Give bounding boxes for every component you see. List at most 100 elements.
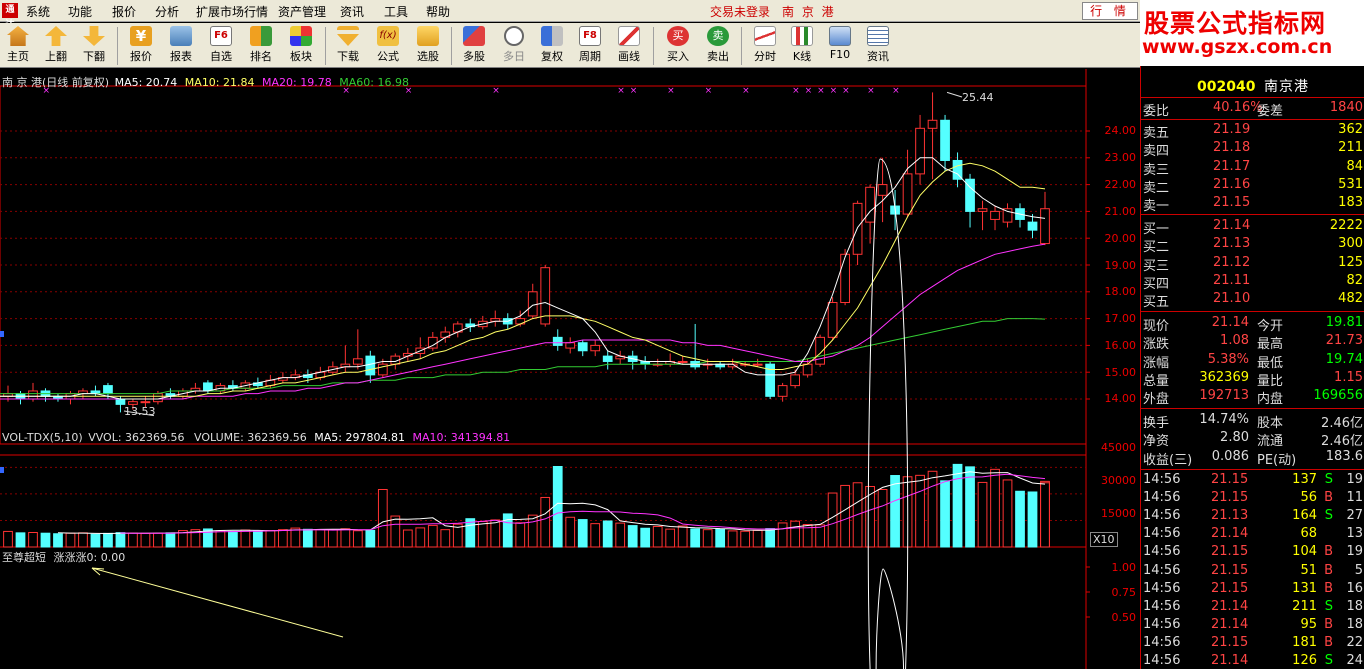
- kline-button[interactable]: K线: [784, 25, 820, 66]
- sell-button[interactable]: 卖卖出: [700, 25, 736, 66]
- level-label: 买二: [1143, 240, 1170, 256]
- level-volume: 125: [1338, 254, 1363, 270]
- tick-row: 14:56 21.14 126 S 24: [1143, 653, 1363, 669]
- signal-mark: ×: [805, 86, 813, 96]
- f10-button[interactable]: F10: [822, 25, 858, 66]
- volume-bar: [865, 485, 875, 548]
- menu-tools[interactable]: 工具: [384, 3, 408, 20]
- stat-label: 股本: [1257, 416, 1284, 431]
- menu-help[interactable]: 帮助: [426, 3, 450, 20]
- tick-row: 14:56 21.14 95 B 18: [1143, 617, 1363, 635]
- chart-canvas[interactable]: × × × × × × × × × × × × × × × ×: [0, 69, 1140, 669]
- news-button[interactable]: 资讯: [860, 25, 896, 66]
- tick-row: 14:56 21.15 131 B 16: [1143, 581, 1363, 599]
- level-volume: 482: [1338, 291, 1363, 307]
- menu-asset-mgmt[interactable]: 资产管理: [278, 3, 326, 20]
- home-button[interactable]: 主页: [0, 25, 36, 66]
- watchlist-button[interactable]: F6 自选: [203, 25, 239, 66]
- draw-line-button[interactable]: 画线: [611, 25, 647, 66]
- signal-mark: ×: [742, 86, 750, 96]
- quote-button[interactable]: ¥ 报价: [123, 25, 159, 66]
- level-label: 卖二: [1143, 180, 1170, 196]
- period-button[interactable]: F8 周期: [572, 25, 608, 66]
- kline-chart-area[interactable]: × × × × × × × × × × × × × × × × 南 京 港(日线 前复权) MA5: 20.7…: [0, 69, 1140, 669]
- candle-body: [777, 385, 788, 397]
- tick-time: 14:56: [1143, 508, 1181, 524]
- menu-ext-market[interactable]: 扩展市场行情: [196, 3, 268, 20]
- tick-volume: 68: [1300, 526, 1317, 542]
- stat-value: 19.81: [1325, 315, 1363, 330]
- candle-body: [1002, 208, 1013, 223]
- volume-bar: [240, 529, 251, 548]
- candle-body: [565, 342, 576, 349]
- news-icon: [867, 26, 889, 46]
- chart-title: 南 京 港(日线 前复权): [2, 76, 110, 89]
- menu-quote[interactable]: 报价: [112, 3, 136, 20]
- candle-body: [577, 342, 588, 352]
- multi-stock-icon: [463, 26, 485, 46]
- menu-news[interactable]: 资讯: [340, 3, 364, 20]
- candle-body: [352, 358, 363, 365]
- ma60-line: [0, 318, 1046, 395]
- candle-body: [952, 159, 963, 180]
- page-down-label: 下翻: [83, 50, 105, 63]
- tick-price: 21.15: [1211, 580, 1249, 596]
- stock-picker-button[interactable]: 选股: [410, 25, 446, 66]
- stat-value: 192713: [1199, 388, 1249, 404]
- tick-count: 19: [1346, 544, 1363, 560]
- toolbar-separator: [653, 27, 654, 65]
- kline-label: K线: [792, 50, 812, 63]
- low-price-marker: 13.53: [124, 405, 156, 418]
- menu-function[interactable]: 功能: [68, 3, 92, 20]
- volume-bar: [915, 474, 925, 548]
- tick-price: 21.14: [1211, 598, 1249, 614]
- level-volume: 362: [1338, 122, 1363, 137]
- multi-stock-button[interactable]: 多股: [456, 25, 492, 66]
- page-up-button[interactable]: 上翻: [38, 25, 74, 66]
- weibi-label: 委比: [1143, 104, 1170, 119]
- volume-bar: [877, 489, 888, 548]
- f6-icon: F6: [210, 26, 232, 46]
- buy-button[interactable]: 买买入: [660, 25, 696, 66]
- timeshare-button[interactable]: 分时: [747, 25, 783, 66]
- volume-bar: [1015, 490, 1025, 548]
- download-button[interactable]: 下载: [330, 25, 366, 66]
- volume-tick: 30000: [1101, 474, 1136, 487]
- quote-mode-button[interactable]: 行 情: [1082, 2, 1138, 20]
- arrow-up-icon: [45, 26, 67, 46]
- sector-button[interactable]: 板块: [283, 25, 319, 66]
- stat-row: 外盘 192713 内盘 169656: [1143, 388, 1363, 407]
- panel-divider: [1141, 311, 1364, 312]
- tick-row: 14:56 21.14 68 13: [1143, 526, 1363, 544]
- sell-level-row: 卖二 21.16 531: [1143, 177, 1363, 196]
- volume-bar: [502, 513, 513, 548]
- candle-body: [865, 186, 875, 223]
- tick-side: B: [1324, 634, 1333, 650]
- candle-body: [527, 291, 538, 317]
- page-down-button[interactable]: 下翻: [76, 25, 112, 66]
- tick-volume: 211: [1292, 598, 1317, 614]
- report-button[interactable]: 报表: [163, 25, 199, 66]
- price-tick: 17.00: [1104, 312, 1137, 325]
- sell-label: 卖出: [707, 50, 729, 63]
- level-price: 21.14: [1213, 218, 1251, 233]
- vol-ma10-legend: MA10: 341394.81: [412, 431, 511, 444]
- panel-divider: [1141, 214, 1364, 215]
- tick-volume: 104: [1292, 544, 1317, 560]
- formula-button[interactable]: f(x) 公式: [370, 25, 406, 66]
- adjust-button[interactable]: 复权: [534, 25, 570, 66]
- multi-day-button[interactable]: 多日: [496, 25, 532, 66]
- tick-count: 13: [1346, 526, 1363, 542]
- volume-bar: [890, 475, 900, 548]
- menu-system[interactable]: 系统: [26, 3, 50, 20]
- menu-analysis[interactable]: 分析: [155, 3, 179, 20]
- signal-mark: ×: [830, 86, 838, 96]
- vol-indicator-title: VOL-TDX(5,10): [2, 431, 83, 444]
- volume-bar: [415, 527, 426, 548]
- tick-volume: 181: [1292, 634, 1317, 650]
- indicator-tick: 0.75: [1111, 586, 1137, 599]
- tick-volume: 95: [1300, 616, 1317, 632]
- volume-bar: [440, 529, 451, 548]
- ranking-button[interactable]: 排名: [243, 25, 279, 66]
- trade-login-status[interactable]: 交易未登录: [710, 3, 770, 20]
